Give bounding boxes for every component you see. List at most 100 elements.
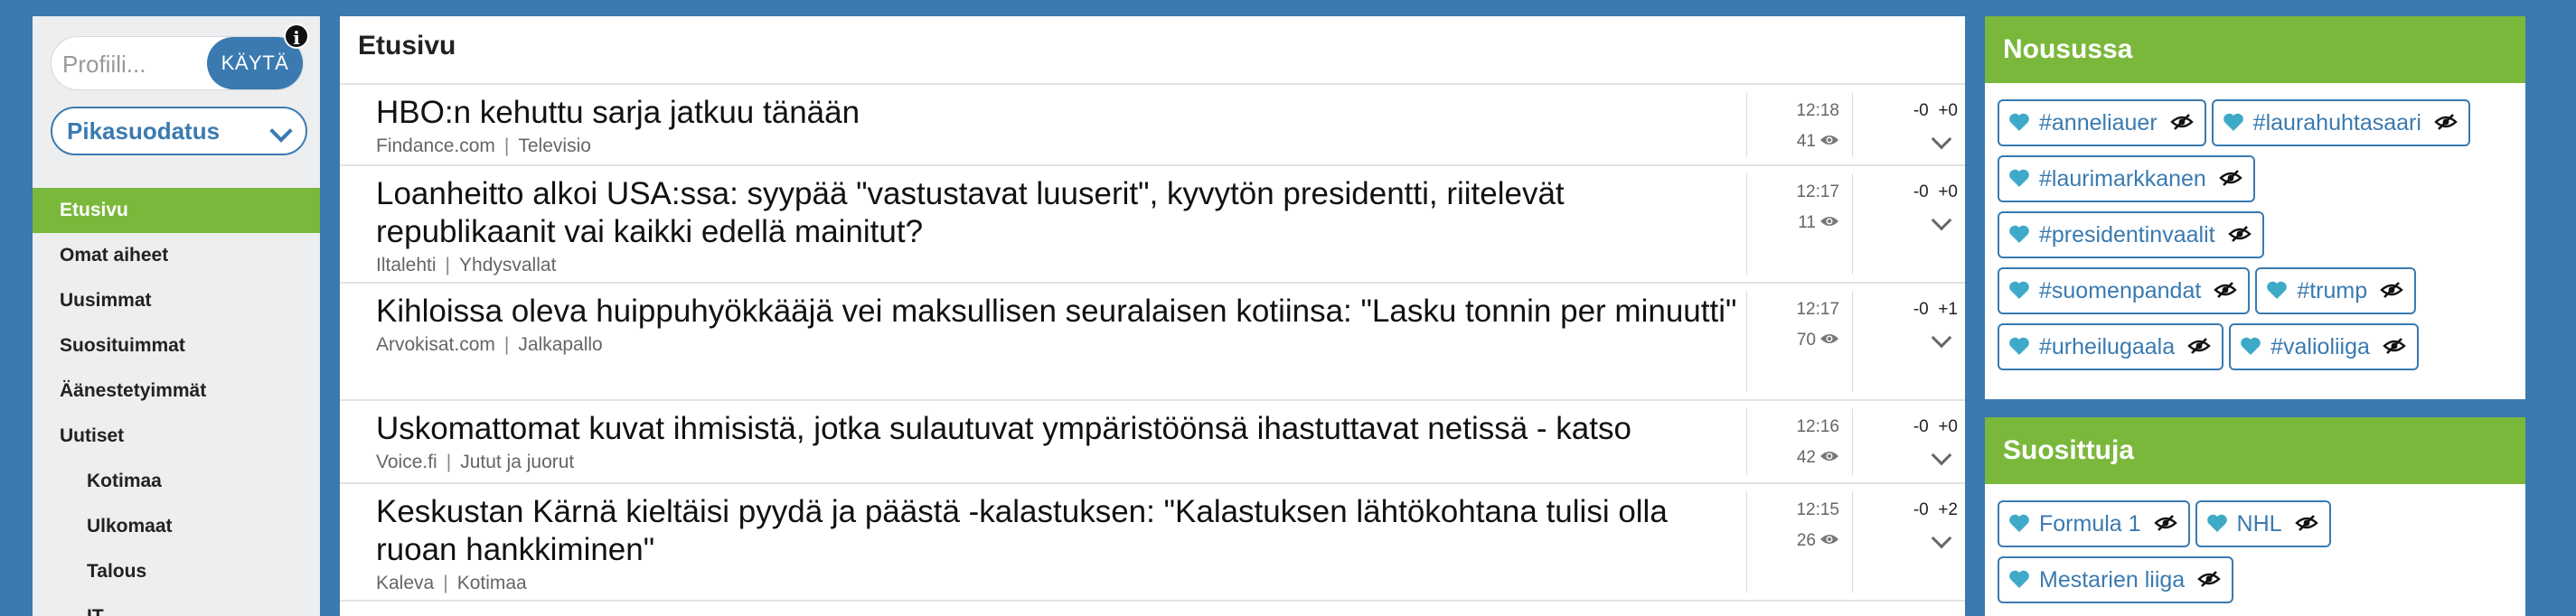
- vote-up-count[interactable]: +0: [1938, 182, 1958, 201]
- tag-chip[interactable]: Formula 1: [1998, 500, 2190, 547]
- article-title[interactable]: Keskustan Kärnä kieltäisi pyydä ja pääst…: [376, 493, 1750, 569]
- trending-tags: #anneliauer #laurahuhtasaari #laurimarkkan…: [1985, 83, 2525, 385]
- article-category[interactable]: Televisio: [518, 135, 591, 156]
- article-category[interactable]: Kotimaa: [457, 573, 527, 593]
- popular-tags: Formula 1 NHL Mestarien liiga: [1985, 484, 2525, 616]
- tag-label[interactable]: #valioliiga: [2270, 334, 2370, 359]
- tag-label[interactable]: #presidentinvaalit: [2039, 222, 2215, 247]
- article-category[interactable]: Jalkapallo: [518, 334, 602, 355]
- profile-search-input[interactable]: [62, 44, 198, 84]
- article-views: 41: [1747, 132, 1839, 152]
- article-row: Loanheitto alkoi USA:ssa: syypää "vastus…: [340, 166, 1965, 284]
- tag-chip[interactable]: #urheilugaala: [1998, 323, 2224, 370]
- eye-slash-icon[interactable]: [2187, 337, 2211, 355]
- heart-icon[interactable]: [2008, 280, 2030, 300]
- nav-item-kotimaa[interactable]: Kotimaa: [33, 459, 320, 504]
- tag-chip[interactable]: NHL: [2195, 500, 2331, 547]
- article-source[interactable]: Kaleva: [376, 573, 434, 593]
- eye-slash-icon[interactable]: [2294, 514, 2318, 532]
- article-source[interactable]: Findance.com: [376, 135, 495, 156]
- nav-item-talous[interactable]: Talous: [33, 549, 320, 594]
- chevron-down-icon[interactable]: [1931, 444, 1952, 466]
- chevron-down-icon[interactable]: [1931, 527, 1952, 549]
- article-title[interactable]: Loanheitto alkoi USA:ssa: syypää "vastus…: [376, 175, 1750, 251]
- tag-label[interactable]: NHL: [2237, 511, 2282, 537]
- tag-chip[interactable]: #trump: [2255, 267, 2417, 314]
- tag-chip[interactable]: #anneliauer: [1998, 99, 2206, 146]
- eye-slash-icon[interactable]: [2169, 113, 2194, 131]
- vote-down-count[interactable]: -0: [1913, 500, 1929, 519]
- eye-icon: [1820, 216, 1838, 226]
- tag-label[interactable]: #trump: [2297, 278, 2367, 303]
- article-row: Kihloissa oleva huippuhyökkääjä vei maks…: [340, 284, 1965, 401]
- chevron-down-icon[interactable]: [1931, 128, 1952, 150]
- nav-item-aanestetyimmat[interactable]: Äänestetyimmät: [33, 369, 320, 414]
- eye-slash-icon[interactable]: [2227, 225, 2252, 243]
- tag-chip[interactable]: Mestarien liiga: [1998, 556, 2234, 603]
- article-category[interactable]: Yhdysvallat: [459, 255, 556, 275]
- info-icon[interactable]: i: [284, 23, 309, 49]
- article-source[interactable]: Iltalehti: [376, 255, 437, 275]
- vote-up-count[interactable]: +0: [1938, 417, 1958, 436]
- heart-icon[interactable]: [2008, 224, 2030, 244]
- article-votes: -0 +1: [1867, 300, 1958, 320]
- article-title[interactable]: HBO:n kehuttu sarja jatkuu tänään: [376, 94, 1750, 132]
- tag-label[interactable]: #laurimarkkanen: [2039, 166, 2206, 191]
- heart-icon[interactable]: [2206, 513, 2228, 533]
- vote-down-count[interactable]: -0: [1913, 101, 1929, 120]
- tag-chip[interactable]: #suomenpandat: [1998, 267, 2251, 314]
- vote-down-count[interactable]: -0: [1913, 300, 1929, 319]
- eye-icon: [1820, 135, 1838, 145]
- heart-icon[interactable]: [2008, 569, 2030, 589]
- eye-slash-icon[interactable]: [2153, 514, 2177, 532]
- eye-slash-icon[interactable]: [2214, 281, 2238, 299]
- nav-item-suosituimmat[interactable]: Suosituimmat: [33, 323, 320, 369]
- eye-icon: [1820, 333, 1838, 343]
- vote-down-count[interactable]: -0: [1913, 417, 1929, 436]
- tag-label[interactable]: #urheilugaala: [2039, 334, 2175, 359]
- eye-slash-icon[interactable]: [2383, 337, 2406, 355]
- heart-icon[interactable]: [2240, 336, 2261, 356]
- nav-item-uusimmat[interactable]: Uusimmat: [33, 278, 320, 323]
- eye-slash-icon[interactable]: [2219, 169, 2242, 187]
- quickfilter-label: Pikasuodatus: [67, 117, 221, 145]
- article-time: 12:16: [1796, 417, 1839, 436]
- nav-item-omat-aiheet[interactable]: Omat aiheet: [33, 233, 320, 278]
- article-category[interactable]: Jutut ja juorut: [460, 452, 574, 472]
- vote-down-count[interactable]: -0: [1913, 182, 1929, 201]
- tag-label[interactable]: Mestarien liiga: [2039, 567, 2185, 593]
- article-row: Keskustan Kärnä kieltäisi pyydä ja pääst…: [340, 484, 1965, 602]
- chevron-down-icon[interactable]: [1931, 210, 1952, 231]
- quickfilter-dropdown[interactable]: Pikasuodatus: [51, 107, 307, 155]
- tag-label[interactable]: #anneliauer: [2039, 110, 2158, 135]
- heart-icon[interactable]: [2266, 280, 2288, 300]
- nav-item-ulkomaat[interactable]: Ulkomaat: [33, 504, 320, 549]
- eye-slash-icon[interactable]: [2197, 570, 2221, 588]
- article-votes: -0 +0: [1867, 182, 1958, 202]
- heart-icon[interactable]: [2008, 112, 2030, 132]
- tag-label[interactable]: #suomenpandat: [2039, 278, 2201, 303]
- vote-up-count[interactable]: +0: [1938, 101, 1958, 120]
- tag-chip[interactable]: #laurimarkkanen: [1998, 155, 2255, 202]
- heart-icon[interactable]: [2223, 112, 2244, 132]
- vote-up-count[interactable]: +1: [1938, 300, 1958, 319]
- tag-chip[interactable]: #presidentinvaalit: [1998, 211, 2264, 258]
- tag-chip[interactable]: #laurahuhtasaari: [2211, 99, 2470, 146]
- article-title[interactable]: Uskomattomat kuvat ihmisistä, jotka sula…: [376, 410, 1750, 448]
- article-source[interactable]: Voice.fi: [376, 452, 437, 472]
- tag-label[interactable]: Formula 1: [2039, 511, 2141, 537]
- tag-chip[interactable]: #valioliiga: [2229, 323, 2419, 370]
- heart-icon[interactable]: [2008, 168, 2030, 188]
- nav-item-uutiset[interactable]: Uutiset: [33, 414, 320, 459]
- heart-icon[interactable]: [2008, 336, 2030, 356]
- article-title[interactable]: Kihloissa oleva huippuhyökkääjä vei maks…: [376, 293, 1750, 331]
- article-source[interactable]: Arvokisat.com: [376, 334, 495, 355]
- eye-slash-icon[interactable]: [2380, 281, 2403, 299]
- tag-label[interactable]: #laurahuhtasaari: [2253, 110, 2421, 135]
- chevron-down-icon[interactable]: [1931, 327, 1952, 349]
- nav-item-it[interactable]: IT: [33, 594, 320, 616]
- nav-item-etusivu[interactable]: Etusivu: [33, 188, 320, 233]
- heart-icon[interactable]: [2008, 513, 2030, 533]
- eye-slash-icon[interactable]: [2434, 113, 2458, 131]
- vote-up-count[interactable]: +2: [1938, 500, 1958, 519]
